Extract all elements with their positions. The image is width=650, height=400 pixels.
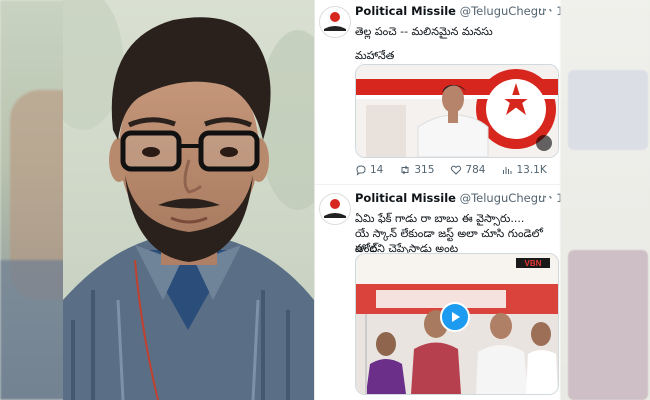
author-handle[interactable]: @TeluguChegu [460, 4, 546, 18]
avatar[interactable] [319, 6, 351, 38]
background-blur-right [560, 0, 650, 400]
background-image-blur [568, 250, 648, 400]
portrait-illustration [63, 0, 314, 400]
reply-button[interactable]: 14 [355, 164, 383, 176]
volume-icon[interactable] [536, 135, 552, 151]
tweet-header: Political Missile @TeluguChegu · 13h ··· [355, 3, 561, 18]
tweet-actions: 14 315 784 13.1K [355, 162, 557, 178]
background-shirt-blur [0, 260, 70, 400]
play-button[interactable] [440, 302, 470, 332]
author-name[interactable]: Political Missile [355, 191, 456, 205]
channel-watermark: VBN [525, 259, 542, 268]
avatar[interactable] [319, 193, 351, 225]
tweet[interactable]: Political Missile @TeluguChegu · 13h ···… [315, 0, 561, 185]
author-name[interactable]: Political Missile [355, 4, 456, 18]
views-count: 13.1K [516, 164, 547, 176]
more-options-icon[interactable]: ··· [539, 190, 553, 204]
tweet-media-image[interactable] [355, 64, 559, 158]
like-count: 784 [465, 164, 486, 176]
tweet-video[interactable]: VBN [355, 253, 559, 395]
political-missile-logo-icon [321, 8, 349, 36]
heart-icon [451, 165, 462, 175]
reply-count: 14 [370, 164, 384, 176]
retweet-count: 315 [414, 164, 435, 176]
tweet-feed: Political Missile @TeluguChegu · 13h ···… [314, 0, 562, 400]
views-button[interactable]: 13.1K [501, 164, 547, 176]
tweet-text-line: మహానేత [355, 49, 395, 62]
background-blur-left [0, 0, 70, 400]
tweet-header: Political Missile @TeluguChegu · 1d ··· [355, 190, 561, 205]
retweet-icon [401, 165, 409, 175]
rally-photo-illustration [356, 65, 558, 157]
background-image-blur [568, 70, 648, 150]
play-icon [452, 312, 460, 322]
like-button[interactable]: 784 [450, 164, 485, 176]
views-chart-icon [503, 167, 512, 174]
author-handle[interactable]: @TeluguChegu [460, 191, 546, 205]
more-options-icon[interactable]: ··· [539, 3, 553, 17]
reply-icon [356, 165, 366, 176]
tweet-text-line: తెల్ల పంచె -- మలినమైన మనసు [355, 25, 493, 38]
portrait-photo [63, 0, 314, 400]
political-missile-logo-icon [321, 195, 349, 223]
tweet-text-line: ఏమి ఫేక్ గాడు రా బాబు ఈ వైస్సారు.... [355, 212, 525, 225]
tweet[interactable]: Political Missile @TeluguChegu · 1d ··· … [315, 185, 561, 400]
retweet-button[interactable]: 315 [399, 164, 434, 176]
